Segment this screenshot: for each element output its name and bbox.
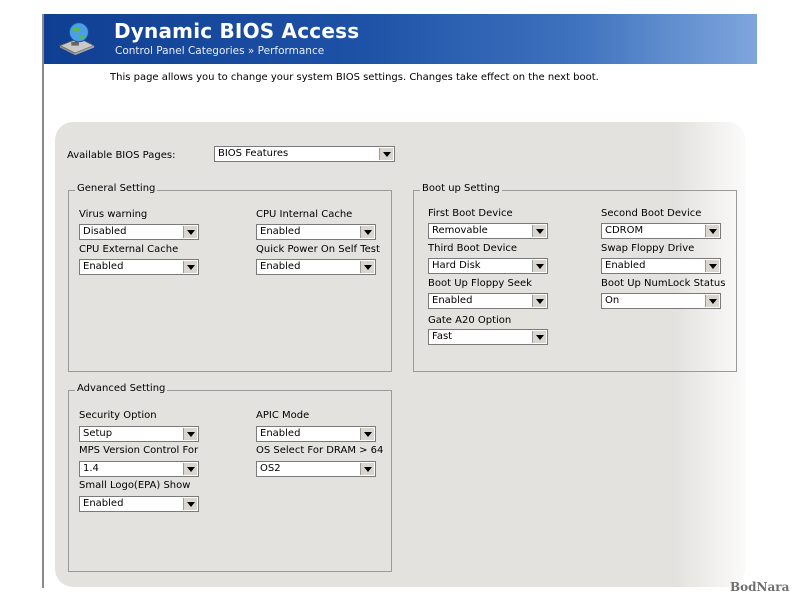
cpu-external-cache-select[interactable]: Enabled (79, 259, 199, 275)
chevron-down-icon[interactable] (360, 428, 374, 440)
bios-pages-label: Available BIOS Pages: (67, 150, 176, 161)
chevron-down-icon[interactable] (360, 226, 374, 238)
page-title: Dynamic BIOS Access (114, 19, 360, 43)
bios-pages-select[interactable]: BIOS Features (214, 146, 395, 162)
small-logo-select[interactable]: Enabled (79, 496, 199, 512)
intro-text: This page allows you to change your syst… (110, 72, 599, 83)
chevron-down-icon[interactable] (532, 225, 546, 237)
mps-version-label: MPS Version Control For (79, 445, 199, 456)
chevron-down-icon[interactable] (379, 148, 393, 160)
cpu-internal-cache-select[interactable]: Enabled (256, 224, 376, 240)
virus-warning-label: Virus warning (79, 209, 148, 220)
chevron-down-icon[interactable] (532, 331, 546, 343)
os-select-select[interactable]: OS2 (256, 461, 376, 477)
numlock-label: Boot Up NumLock Status (601, 278, 726, 289)
mps-version-select[interactable]: 1.4 (79, 461, 199, 477)
chevron-down-icon[interactable] (183, 428, 197, 440)
virus-warning-select[interactable]: Disabled (79, 224, 199, 240)
third-boot-label: Third Boot Device (428, 243, 518, 254)
chevron-down-icon[interactable] (532, 260, 546, 272)
third-boot-select[interactable]: Hard Disk (428, 258, 548, 274)
numlock-select[interactable]: On (601, 293, 721, 309)
chevron-down-icon[interactable] (532, 295, 546, 307)
cpu-external-cache-label: CPU External Cache (79, 244, 179, 255)
chevron-down-icon[interactable] (360, 261, 374, 273)
first-boot-label: First Boot Device (428, 208, 513, 219)
motherboard-globe-icon (58, 22, 96, 56)
boot-setting-legend: Boot up Setting (420, 183, 502, 194)
chevron-down-icon[interactable] (183, 226, 197, 238)
first-boot-select[interactable]: Removable (428, 223, 548, 239)
quick-power-select[interactable]: Enabled (256, 259, 376, 275)
advanced-setting-legend: Advanced Setting (75, 383, 168, 394)
gate-a20-select[interactable]: Fast (428, 329, 548, 345)
security-option-select[interactable]: Setup (79, 426, 199, 442)
swap-floppy-select[interactable]: Enabled (601, 258, 721, 274)
floppy-seek-label: Boot Up Floppy Seek (428, 278, 532, 289)
quick-power-label: Quick Power On Self Test (256, 244, 380, 255)
gate-a20-label: Gate A20 Option (428, 315, 512, 326)
swap-floppy-label: Swap Floppy Drive (601, 243, 695, 254)
watermark: BodNara (730, 580, 790, 594)
general-setting-legend: General Setting (75, 183, 158, 194)
chevron-down-icon[interactable] (360, 463, 374, 475)
second-boot-select[interactable]: CDROM (601, 223, 721, 239)
chevron-down-icon[interactable] (183, 463, 197, 475)
chevron-down-icon[interactable] (705, 225, 719, 237)
apic-mode-select[interactable]: Enabled (256, 426, 376, 442)
chevron-down-icon[interactable] (183, 498, 197, 510)
chevron-down-icon[interactable] (705, 295, 719, 307)
chevron-down-icon[interactable] (705, 260, 719, 272)
security-option-label: Security Option (79, 410, 157, 421)
small-logo-label: Small Logo(EPA) Show (79, 480, 191, 491)
chevron-down-icon[interactable] (183, 261, 197, 273)
apic-mode-label: APIC Mode (256, 410, 310, 421)
floppy-seek-select[interactable]: Enabled (428, 293, 548, 309)
header-bar: Dynamic BIOS Access Control Panel Catego… (44, 14, 757, 64)
os-select-label: OS Select For DRAM > 64 (256, 445, 384, 456)
cpu-internal-cache-label: CPU Internal Cache (256, 209, 353, 220)
breadcrumb: Control Panel Categories » Performance (115, 45, 325, 57)
second-boot-label: Second Boot Device (601, 208, 702, 219)
